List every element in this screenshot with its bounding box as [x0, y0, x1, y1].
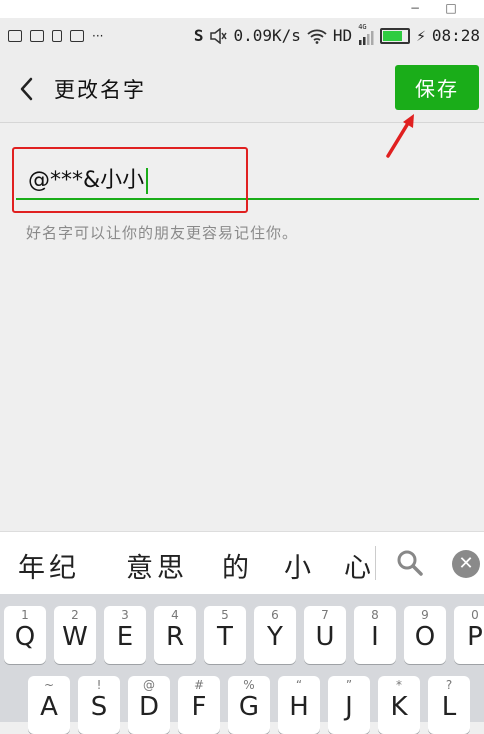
search-icon[interactable]: [396, 549, 424, 577]
key-secondary-label: 7: [321, 608, 329, 622]
key-s[interactable]: ! S: [78, 676, 120, 734]
key-secondary-label: %: [243, 678, 255, 692]
key-secondary-label: 6: [271, 608, 279, 622]
key-secondary-label: 5: [221, 608, 229, 622]
battery-level: [383, 30, 403, 41]
key-secondary-label: 4: [171, 608, 179, 622]
key-label: K: [390, 692, 408, 722]
more-notifications-icon: ···: [92, 29, 104, 43]
key-label: T: [217, 622, 233, 652]
key-label: L: [441, 692, 457, 722]
key-f[interactable]: # F: [178, 676, 220, 734]
key-y[interactable]: 6Y: [254, 606, 296, 664]
key-a[interactable]: ~ A: [28, 676, 70, 734]
signal-icon: 4G: [358, 23, 374, 45]
key-label: J: [345, 692, 353, 722]
key-secondary-label: 1: [21, 608, 29, 622]
key-label: I: [371, 622, 379, 652]
key-label: G: [238, 692, 260, 722]
sd-card-icon: [52, 30, 62, 42]
candidate-divider: [375, 546, 376, 580]
key-label: E: [116, 622, 134, 652]
key-d[interactable]: @ D: [128, 676, 170, 734]
key-label: H: [289, 692, 309, 722]
key-secondary-label: #: [193, 678, 205, 692]
key-secondary-label: *: [396, 678, 402, 692]
notification-icon: [70, 30, 84, 42]
key-p[interactable]: 0P: [454, 606, 484, 664]
key-secondary-label: !: [96, 678, 102, 692]
gallery-icon: [8, 30, 22, 42]
save-button[interactable]: 保存: [395, 65, 479, 110]
key-r[interactable]: 4R: [154, 606, 196, 664]
key-secondary-label: 3: [121, 608, 129, 622]
key-secondary-label: 0: [471, 608, 479, 622]
key-secondary-label: @: [143, 678, 155, 692]
candidate-word[interactable]: 心: [344, 546, 375, 585]
status-bar: ··· S 0.09K/s HD 4G ⚡ 08:28: [0, 18, 484, 56]
candidate-bar: 年纪 意思 的 小 心 ✕: [0, 531, 484, 594]
key-label: P: [467, 622, 483, 652]
name-hint: 好名字可以让你的朋友更容易记住你。: [26, 224, 299, 242]
key-j[interactable]: ” J: [328, 676, 370, 734]
key-label: Q: [14, 622, 36, 652]
key-t[interactable]: 5T: [204, 606, 246, 664]
key-h[interactable]: “H: [278, 676, 320, 734]
key-label: D: [138, 692, 160, 722]
key-secondary-label: “: [295, 678, 303, 692]
key-label: R: [165, 622, 185, 652]
maximize-button[interactable]: □: [436, 0, 466, 18]
keyboard-icon: [30, 30, 44, 42]
network-speed: 0.09K/s: [233, 26, 301, 45]
key-o[interactable]: 9O: [404, 606, 446, 664]
key-i[interactable]: 8I: [354, 606, 396, 664]
key-w[interactable]: 2W: [54, 606, 96, 664]
key-label: W: [62, 622, 88, 652]
minimize-button[interactable]: −: [400, 0, 430, 18]
key-secondary-label: ~: [43, 678, 55, 692]
clock: 08:28: [431, 26, 480, 45]
key-secondary-label: 8: [371, 608, 379, 622]
candidate-word[interactable]: 的: [222, 546, 253, 585]
key-label: A: [40, 692, 58, 722]
mute-icon: [210, 27, 228, 44]
key-label: S: [90, 692, 108, 722]
candidate-word[interactable]: 年纪: [18, 546, 80, 585]
key-l[interactable]: ? L: [428, 676, 470, 734]
candidate-word[interactable]: 意思: [126, 546, 188, 585]
key-e[interactable]: 3E: [104, 606, 146, 664]
key-secondary-label: 9: [421, 608, 429, 622]
sogou-icon: S: [193, 26, 204, 45]
candidate-word[interactable]: 小: [284, 546, 315, 585]
key-secondary-label: ?: [445, 678, 453, 692]
soft-keyboard: 1Q2W3E4R5T6Y7U8I9O0P ~ A! S @ D # F% G “H” J * K? L: [0, 594, 484, 734]
window-title-bar: − □: [0, 0, 484, 18]
key-k[interactable]: * K: [378, 676, 420, 734]
close-icon[interactable]: ✕: [452, 550, 480, 578]
hd-label: HD: [332, 26, 353, 45]
page-title: 更改名字: [54, 78, 146, 102]
back-arrow-icon[interactable]: [14, 74, 44, 104]
key-label: Y: [267, 622, 283, 652]
key-label: O: [414, 622, 436, 652]
wifi-icon: [307, 29, 327, 44]
key-secondary-label: 2: [71, 608, 79, 622]
key-secondary-label: ”: [345, 678, 353, 692]
battery-icon: [380, 27, 411, 44]
key-label: U: [315, 622, 335, 652]
key-q[interactable]: 1Q: [4, 606, 46, 664]
key-u[interactable]: 7U: [304, 606, 346, 664]
charging-icon: ⚡: [416, 26, 426, 45]
key-label: F: [191, 692, 207, 722]
key-g[interactable]: % G: [228, 676, 270, 734]
highlight-box: [12, 147, 248, 213]
